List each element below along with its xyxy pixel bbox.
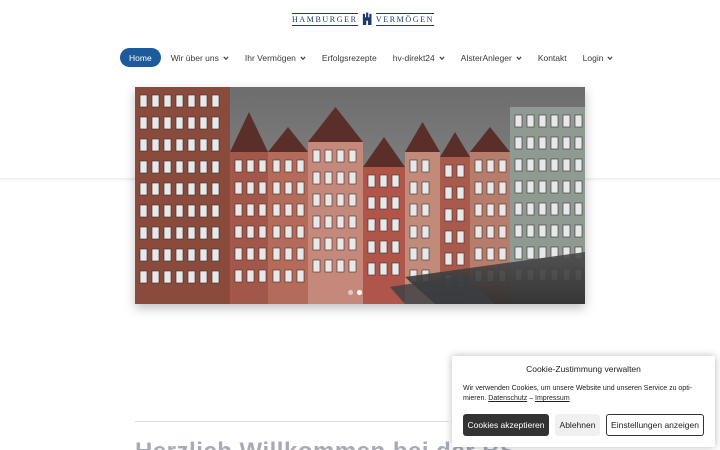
chevron-down-icon	[607, 55, 614, 60]
cookie-settings-button[interactable]: Einstellungen anzeigen	[606, 414, 704, 436]
nav-item-label: Ihr Vermögen	[244, 52, 296, 63]
nav-item-label: Wir über uns	[170, 52, 219, 63]
logo-text-left: HAMBURGER	[292, 12, 358, 26]
privacy-link[interactable]: Datenschutz	[488, 395, 527, 402]
accept-cookies-button[interactable]: Cookies akzeptieren	[463, 414, 549, 436]
imprint-link[interactable]: Impressum	[535, 395, 570, 402]
deny-cookies-button[interactable]: Ablehnen	[555, 414, 600, 436]
content-divider	[135, 421, 449, 422]
hero-image-hamburg-houses	[135, 87, 585, 304]
nav-item-ihr-vermögen[interactable]: Ihr Vermögen	[237, 48, 314, 67]
nav-item-erfolgsrezepte[interactable]: Erfolgsrezepte	[314, 48, 385, 67]
nav-item-label: Kontakt	[537, 52, 567, 63]
nav-item-label: Erfolgsrezepte	[321, 52, 377, 63]
nav-item-label: hv-direkt24	[392, 52, 435, 63]
nav-item-kontakt[interactable]: Kontakt	[530, 48, 575, 67]
hamburg-crest-icon	[362, 12, 371, 26]
nav-item-label: AlsterAnleger	[460, 52, 512, 63]
nav-item-home[interactable]: Home	[120, 48, 161, 67]
slider-dot[interactable]	[348, 290, 353, 295]
nav-item-label: Home	[129, 52, 152, 63]
nav-item-label: Login	[582, 52, 604, 63]
cookie-title: Cookie-Zustimmung verwalten	[526, 364, 641, 374]
nav-item-alsteranleger[interactable]: AlsterAnleger	[453, 48, 530, 67]
chevron-down-icon	[223, 55, 229, 60]
chevron-down-icon	[439, 55, 445, 60]
slider-dots	[348, 290, 362, 295]
nav-item-login[interactable]: Login	[575, 48, 622, 67]
link-separator: –	[529, 395, 534, 402]
cookie-text: Wir verwenden Cookies, um unsere Website…	[463, 384, 704, 404]
cookie-buttons: Cookies akzeptieren Ablehnen Einstellung…	[463, 414, 704, 436]
chevron-down-icon	[516, 55, 522, 60]
main-nav: Home Wir über uns Ihr Vermögen Erfolgsrezep…	[120, 48, 621, 67]
logo[interactable]: HAMBURGER VERMÖGEN	[292, 10, 434, 28]
hero-slider[interactable]	[135, 87, 585, 304]
slider-dot[interactable]	[357, 290, 362, 295]
chevron-down-icon	[300, 55, 306, 60]
cookie-consent-banner: Cookie-Zustimmung verwalten Wir verwende…	[452, 356, 715, 447]
nav-item-wir-über-uns[interactable]: Wir über uns	[163, 48, 237, 67]
nav-item-hv-direkt24[interactable]: hv-direkt24	[385, 48, 453, 67]
logo-text-right: VERMÖGEN	[375, 12, 434, 26]
